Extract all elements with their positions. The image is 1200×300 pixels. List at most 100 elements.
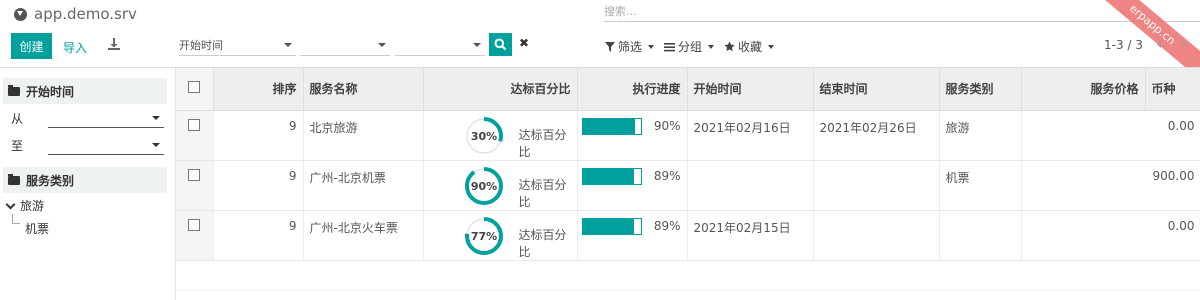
section-start-time-title: 开始时间 bbox=[26, 84, 75, 99]
chevron-down-icon bbox=[5, 199, 16, 209]
pct-label: 达标百分比 bbox=[518, 177, 567, 209]
date-field-select-value: 开始时间 bbox=[179, 39, 223, 52]
filter-menu-label: 筛选 bbox=[618, 40, 643, 54]
date-range-select[interactable] bbox=[300, 35, 390, 56]
pager-next-button[interactable]: › bbox=[1181, 34, 1187, 53]
page-title: app.demo.srv bbox=[34, 5, 137, 23]
section-service-category-title: 服务类别 bbox=[26, 173, 75, 188]
pct-gauge-value: 90% bbox=[470, 180, 496, 193]
filter-menu-button[interactable]: 筛选 bbox=[605, 38, 655, 55]
cell-name: 北京旅游 bbox=[303, 110, 424, 161]
group-menu-label: 分组 bbox=[678, 40, 703, 54]
progress-bar bbox=[581, 117, 642, 135]
row-checkbox[interactable] bbox=[176, 210, 214, 261]
checkbox-icon bbox=[188, 81, 201, 94]
progress-bar bbox=[581, 167, 642, 185]
caret-circle-icon[interactable] bbox=[14, 7, 27, 21]
list-footer bbox=[176, 290, 1200, 300]
cell-start: 2021年02月16日 bbox=[687, 110, 814, 161]
cell-seq: 9 bbox=[213, 160, 304, 211]
cell-seq: 9 bbox=[213, 210, 304, 261]
pager-value[interactable]: 1-3 / 3 bbox=[1104, 38, 1143, 52]
to-select[interactable] bbox=[48, 135, 164, 155]
column-header-currency[interactable]: 币种 bbox=[1145, 68, 1200, 111]
cell-start: 2021年02月15日 bbox=[687, 210, 814, 261]
column-header-progress[interactable]: 执行进度 bbox=[577, 68, 688, 111]
checkbox-icon bbox=[188, 218, 201, 231]
cell-price: 900.00 bbox=[1021, 160, 1200, 211]
cell-name: 广州-北京机票 bbox=[303, 160, 424, 211]
search-button[interactable] bbox=[489, 33, 512, 56]
date-period-select[interactable] bbox=[395, 35, 485, 56]
chevron-down-icon bbox=[152, 116, 160, 120]
row-checkbox[interactable] bbox=[176, 110, 214, 161]
progress-bar bbox=[581, 217, 642, 235]
bars-icon bbox=[664, 42, 675, 51]
pct-label: 达标百分比 bbox=[518, 127, 567, 159]
create-button[interactable]: 创建 bbox=[11, 33, 52, 59]
pct-gauge-value: 30% bbox=[470, 130, 496, 143]
cell-start bbox=[687, 160, 814, 211]
download-icon[interactable] bbox=[107, 37, 121, 51]
cell-category: 旅游 bbox=[939, 110, 1022, 161]
cell-progress: 89% bbox=[577, 210, 688, 261]
cell-seq: 9 bbox=[213, 110, 304, 161]
search-input[interactable] bbox=[604, 2, 1124, 21]
favorites-menu-button[interactable]: 收藏 bbox=[724, 38, 775, 55]
star-icon bbox=[724, 41, 735, 52]
progress-bar-fill bbox=[582, 168, 635, 184]
cell-progress: 90% bbox=[577, 110, 688, 161]
column-header-end[interactable]: 结束时间 bbox=[813, 68, 940, 111]
category-item-flight[interactable]: 机票 bbox=[25, 220, 49, 237]
to-label: 至 bbox=[11, 139, 24, 153]
category-item-tourism[interactable]: 旅游 bbox=[5, 197, 44, 214]
column-header-price[interactable]: 服务价格 bbox=[1021, 68, 1146, 111]
chevron-down-icon bbox=[378, 43, 386, 47]
select-all-checkbox[interactable] bbox=[176, 68, 214, 111]
row-checkbox[interactable] bbox=[176, 160, 214, 211]
checkbox-icon bbox=[188, 168, 201, 181]
section-start-time: 开始时间 bbox=[3, 78, 167, 104]
cell-end bbox=[813, 210, 940, 261]
search-icon bbox=[494, 38, 507, 51]
column-header-seq[interactable]: 排序 bbox=[213, 68, 304, 111]
from-select[interactable] bbox=[48, 108, 164, 128]
pct-gauge: 77% bbox=[464, 216, 503, 255]
tree-connector bbox=[12, 214, 20, 224]
progress-value: 89% bbox=[653, 168, 681, 183]
cell-end: 2021年02月26日 bbox=[813, 110, 940, 161]
column-header-start[interactable]: 开始时间 bbox=[687, 68, 814, 111]
progress-value: 90% bbox=[653, 118, 681, 133]
column-header-category[interactable]: 服务类别 bbox=[939, 68, 1022, 111]
import-button[interactable]: 导入 bbox=[63, 39, 87, 56]
chevron-down-icon bbox=[708, 44, 715, 49]
progress-bar-fill bbox=[582, 218, 635, 234]
favorites-menu-label: 收藏 bbox=[738, 40, 763, 54]
pct-gauge: 30% bbox=[464, 116, 503, 155]
cell-progress: 89% bbox=[577, 160, 688, 211]
from-label: 从 bbox=[11, 112, 24, 126]
cell-price: 0.00 bbox=[1021, 110, 1200, 161]
cell-pct: 30% 达标百分比 bbox=[423, 110, 578, 161]
cell-category bbox=[939, 210, 1022, 261]
table-row[interactable]: 9 北京旅游 30% 达标百分比 90% 2021年02月16日 2021年02… bbox=[176, 110, 1200, 161]
folder-open-icon bbox=[8, 173, 20, 185]
column-header-name[interactable]: 服务名称 bbox=[303, 68, 424, 111]
group-menu-button[interactable]: 分组 bbox=[664, 38, 715, 55]
clear-filter-button[interactable]: ✖ bbox=[519, 36, 529, 50]
chevron-down-icon bbox=[152, 143, 160, 147]
category-item-label: 旅游 bbox=[20, 199, 45, 213]
cell-name: 广州-北京火车票 bbox=[303, 210, 424, 261]
cell-category: 机票 bbox=[939, 160, 1022, 211]
table-row[interactable]: 9 广州-北京火车票 77% 达标百分比 89% 2021年02月15日 0.0… bbox=[176, 210, 1200, 261]
table-row[interactable]: 9 广州-北京机票 90% 达标百分比 89% 机票 900.00 bbox=[176, 160, 1200, 211]
date-field-select[interactable]: 开始时间 bbox=[179, 35, 296, 56]
pct-gauge: 90% bbox=[464, 166, 503, 205]
folder-open-icon bbox=[8, 84, 20, 96]
search-panel: 开始时间 从 至 服务类别 旅游 机票 bbox=[0, 68, 175, 300]
pager-previous-button[interactable]: ‹ bbox=[1156, 34, 1162, 53]
progress-value: 89% bbox=[653, 218, 681, 233]
column-header-pct[interactable]: 达标百分比 bbox=[423, 68, 578, 111]
checkbox-icon bbox=[188, 118, 201, 131]
breadcrumb: app.demo.srv bbox=[14, 4, 137, 24]
